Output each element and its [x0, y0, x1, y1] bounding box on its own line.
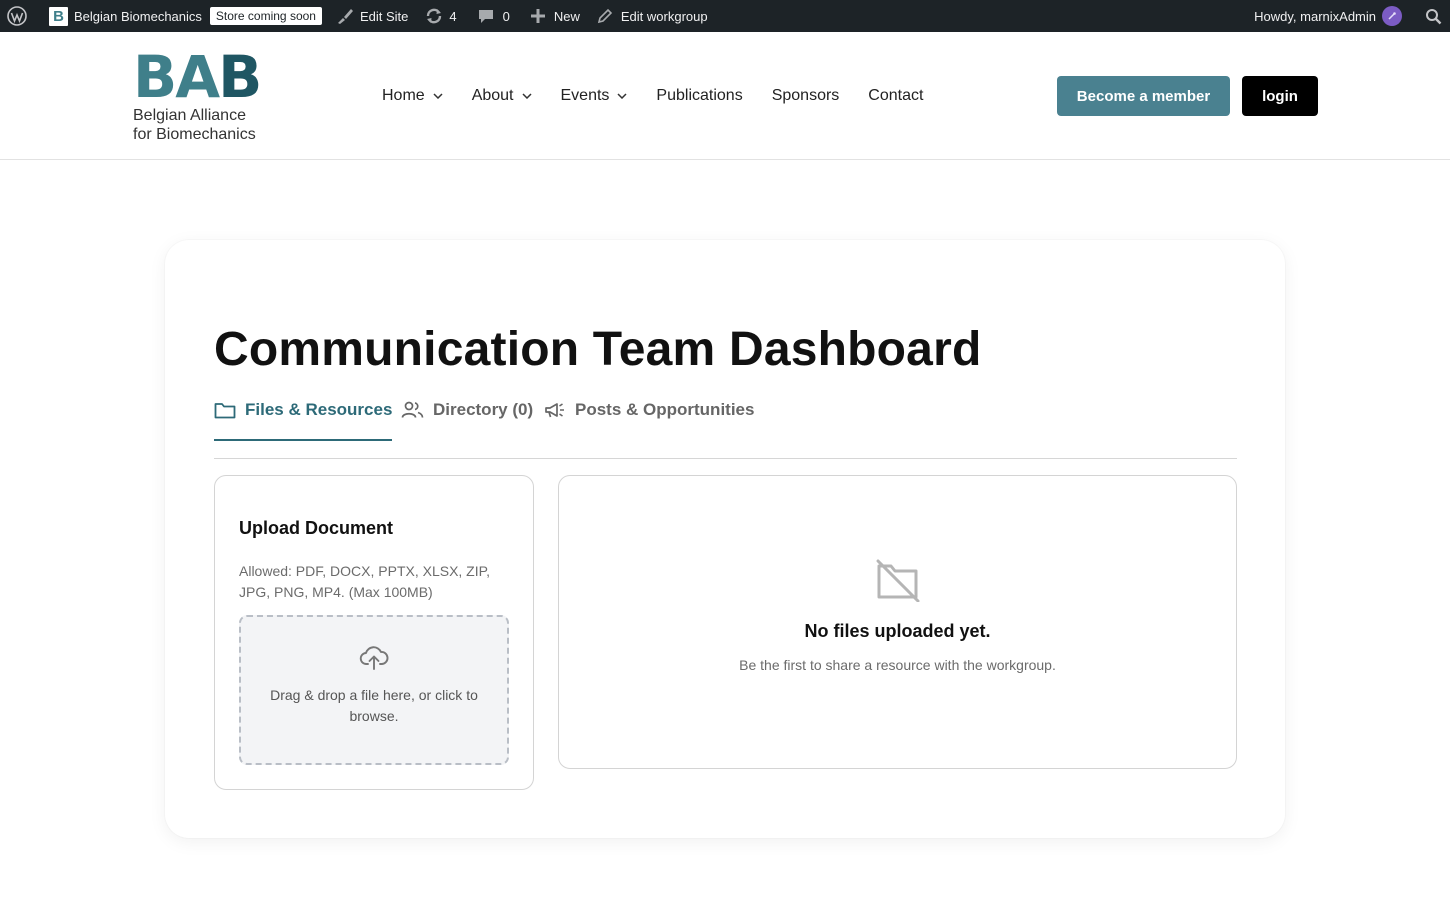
tab-posts-opportunities[interactable]: Posts & Opportunities: [544, 400, 754, 441]
login-button[interactable]: login: [1242, 76, 1318, 116]
logo-letters: BAB: [133, 43, 262, 111]
plus-icon: [530, 9, 545, 23]
nav-item-contact[interactable]: Contact: [868, 87, 923, 105]
nav-item-publications[interactable]: Publications: [656, 87, 742, 105]
site-name-link[interactable]: B Belgian Biomechanics: [34, 0, 209, 32]
site-name-label: Belgian Biomechanics: [74, 8, 202, 24]
users-icon: [401, 401, 424, 418]
new-content-link[interactable]: New: [517, 0, 587, 32]
chevron-down-icon: [433, 93, 443, 99]
updates-link[interactable]: 4: [415, 0, 463, 32]
nav-item-events[interactable]: Events: [561, 87, 628, 105]
edit-site-link[interactable]: Edit Site: [329, 0, 415, 32]
pencil-icon: [597, 8, 613, 24]
dashboard-tabs: Files & Resources Directory (0) Posts & …: [214, 400, 1237, 459]
nav-item-sponsors[interactable]: Sponsors: [772, 87, 840, 105]
admin-bar: B Belgian Biomechanics Store coming soon…: [0, 0, 1450, 32]
megaphone-icon: [545, 403, 564, 418]
edit-workgroup-link[interactable]: Edit workgroup: [587, 0, 715, 32]
become-member-button[interactable]: Become a member: [1057, 76, 1230, 116]
admin-search-button[interactable]: [1409, 0, 1450, 32]
dropzone-text: Drag & drop a file here, or click to bro…: [270, 687, 478, 724]
nav-item-about[interactable]: About: [472, 87, 532, 105]
comment-icon: [478, 10, 493, 23]
cloud-upload-icon: [359, 646, 389, 670]
howdy-label: Howdy, marnixAdmin: [1254, 8, 1376, 24]
upload-panel: Upload Document Allowed: PDF, DOCX, PPTX…: [214, 475, 534, 790]
refresh-icon: [427, 8, 442, 24]
dashboard-card: Communication Team Dashboard Files & Res…: [165, 240, 1285, 838]
site-logo[interactable]: BAB Belgian Alliance for Biomechanics: [133, 43, 273, 145]
chevron-down-icon: [617, 93, 627, 99]
store-coming-soon-badge[interactable]: Store coming soon: [209, 0, 329, 32]
site-header: BAB Belgian Alliance for Biomechanics Ho…: [0, 32, 1450, 160]
wordpress-logo-icon[interactable]: [0, 0, 34, 32]
file-dropzone[interactable]: Drag & drop a file here, or click to bro…: [239, 615, 509, 765]
empty-state-title: No files uploaded yet.: [804, 621, 991, 641]
avatar: [1382, 6, 1402, 26]
tab-files-resources[interactable]: Files & Resources: [214, 400, 393, 441]
nav-item-home[interactable]: Home: [382, 87, 443, 105]
brush-icon: [337, 9, 353, 24]
main-nav: Home About Events Publications Sponsors …: [382, 32, 952, 160]
folder-off-icon: [876, 559, 920, 602]
allowed-file-types: Allowed: PDF, DOCX, PPTX, XLSX, ZIP, JPG…: [239, 563, 491, 600]
empty-state-subtitle: Be the first to share a resource with th…: [739, 657, 1056, 673]
account-menu[interactable]: Howdy, marnixAdmin: [1247, 0, 1409, 32]
tab-directory[interactable]: Directory (0): [401, 400, 533, 441]
page-title: Communication Team Dashboard: [214, 323, 982, 376]
upload-title: Upload Document: [239, 518, 394, 538]
files-panel: No files uploaded yet. Be the first to s…: [558, 475, 1237, 769]
logo-tagline: Belgian Alliance for Biomechanics: [133, 107, 256, 143]
comments-link[interactable]: 0: [464, 0, 517, 32]
chevron-down-icon: [521, 93, 532, 99]
site-icon: B: [49, 6, 68, 26]
search-icon: [1426, 8, 1442, 24]
folder-icon: [214, 403, 236, 419]
